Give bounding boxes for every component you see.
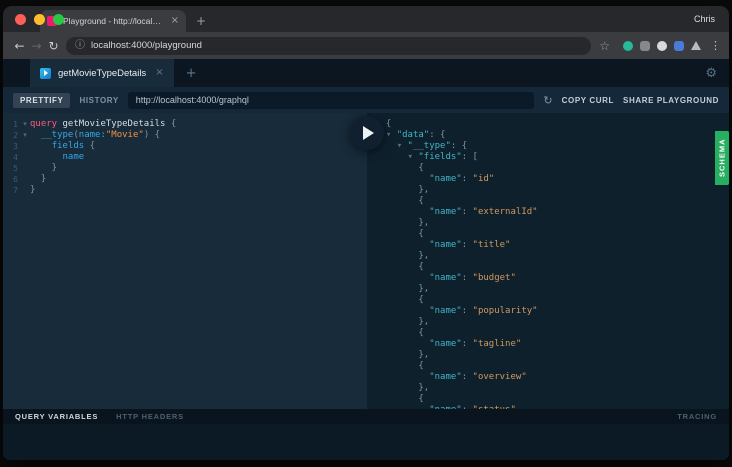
line-number: 6 [13, 175, 18, 184]
fold-gutter [20, 185, 30, 196]
response-pane[interactable]: ▾ { ▾ "data": { ▾ "__type": { ▾ "fields"… [367, 113, 729, 409]
code-line: { [375, 361, 424, 371]
fold-arrow-icon[interactable]: ▾ [20, 130, 30, 141]
query-editor-pane[interactable]: 1 ▾ query getMovieTypeDetails {2 ▾ __type(n… [3, 113, 367, 409]
line-number: 3 [13, 142, 18, 151]
schema-side-tab[interactable]: SCHEMA [715, 131, 729, 185]
code-line: 4 name [3, 152, 367, 163]
playground-bottombar: QUERY VARIABLES HTTP HEADERS TRACING [3, 409, 729, 424]
code-line: { [375, 229, 424, 239]
code-line: "name": "popularity" [429, 306, 538, 316]
playground-toolbar: PRETTIFY HISTORY ↻ COPY CURL SHARE PLAYG… [3, 87, 729, 113]
code-line: }, [375, 251, 430, 261]
code-line: { [375, 163, 424, 173]
code-line: }, [375, 350, 430, 360]
playground-tabbar: getMovieTypeDetails × + ⚙ [3, 59, 729, 87]
line-number: 7 [13, 186, 18, 195]
browser-new-tab-button[interactable]: + [196, 15, 206, 27]
window-controls [15, 14, 64, 25]
fold-arrow-icon[interactable]: ▾ [20, 119, 30, 130]
code-line: }, [375, 284, 430, 294]
playground-tab-close-icon[interactable]: × [155, 68, 163, 78]
copy-curl-button[interactable]: COPY CURL [562, 96, 614, 105]
line-number: 4 [13, 153, 18, 162]
code-line: "name": "status" [375, 405, 729, 409]
tracing-tab[interactable]: TRACING [677, 412, 717, 421]
extension-icon-1[interactable] [623, 40, 633, 51]
code-line: ▾ "__type": { [396, 141, 468, 151]
code-line: ▾ "fields": [ [407, 152, 478, 162]
bookmark-star-icon[interactable]: ☆ [599, 40, 610, 52]
playground-tab-label: getMovieTypeDetails [58, 67, 147, 79]
code-line: }, [375, 317, 430, 327]
code-line: "name": "externalId" [429, 207, 538, 217]
line-number: 1 [13, 120, 18, 129]
code-line: }, [375, 383, 430, 393]
close-window-button[interactable] [15, 14, 26, 25]
browser-tab-title: Playground - http://localhost [63, 16, 165, 26]
execute-button[interactable] [350, 116, 384, 150]
browser-menu-icon[interactable]: ⋮ [710, 40, 721, 51]
code-line: 6 } [3, 174, 367, 185]
code-line: 7 } [3, 185, 367, 196]
fold-gutter [20, 174, 30, 185]
fold-gutter [20, 152, 30, 163]
extension-icon-5[interactable] [691, 41, 701, 50]
code-line: { [375, 196, 424, 206]
playground-logo-icon [40, 67, 51, 79]
code-line: }, [375, 218, 430, 228]
query-variables-tab[interactable]: QUERY VARIABLES [15, 412, 98, 421]
code-line: 2 ▾ __type(name:"Movie") { [3, 130, 367, 141]
line-number: 5 [13, 164, 18, 173]
code-line: ▾ { [375, 119, 392, 129]
code-line: { [375, 295, 424, 305]
url-text: localhost:4000/playground [91, 40, 202, 51]
playground-main: 1 ▾ query getMovieTypeDetails {2 ▾ __type(n… [3, 113, 729, 409]
line-number: 2 [13, 131, 18, 140]
tab-close-icon[interactable]: × [171, 16, 179, 26]
graphql-playground: getMovieTypeDetails × + ⚙ PRETTIFY HISTO… [3, 59, 729, 460]
code-line: { [375, 262, 424, 272]
code-line: { [375, 394, 424, 404]
reload-icon[interactable]: ↻ [45, 40, 62, 52]
code-line: 1 ▾ query getMovieTypeDetails { [3, 119, 367, 130]
site-info-icon[interactable]: ⓘ [75, 40, 85, 51]
share-playground-button[interactable]: SHARE PLAYGROUND [623, 96, 719, 105]
forward-icon[interactable]: → [28, 40, 45, 52]
code-line: 5 } [3, 163, 367, 174]
code-line: { [375, 328, 424, 338]
fold-gutter [20, 141, 30, 152]
endpoint-input[interactable] [127, 91, 535, 109]
extension-icon-4[interactable] [674, 40, 684, 51]
profile-name[interactable]: Chris [694, 14, 729, 24]
fold-gutter [20, 163, 30, 174]
http-headers-tab[interactable]: HTTP HEADERS [116, 412, 184, 421]
play-icon [363, 126, 374, 140]
variables-panel[interactable] [3, 424, 729, 460]
minimize-window-button[interactable] [34, 14, 45, 25]
code-line: "name": "title" [429, 240, 511, 250]
browser-window: Playground - http://localhost × + Chris … [3, 6, 729, 460]
browser-tabstrip: Playground - http://localhost × + Chris [3, 6, 729, 32]
playground-new-tab-button[interactable]: + [174, 59, 209, 87]
history-button[interactable]: HISTORY [79, 96, 118, 105]
back-icon[interactable]: ← [11, 40, 28, 52]
refresh-schema-icon[interactable]: ↻ [543, 95, 552, 106]
code-line: "name": "tagline" [429, 339, 522, 349]
code-line: "name": "overview" [429, 372, 527, 382]
fullscreen-window-button[interactable] [53, 14, 64, 25]
address-bar[interactable]: ⓘ localhost:4000/playground [66, 36, 592, 55]
extension-icon-3[interactable] [657, 40, 667, 51]
browser-toolbar: ← → ↻ ⓘ localhost:4000/playground ☆ ⋮ [3, 32, 729, 59]
prettify-button[interactable]: PRETTIFY [13, 92, 71, 108]
code-line: "name": "budget" [429, 273, 516, 283]
code-line: ▾ "data": { [385, 130, 446, 140]
code-line: 3 fields { [3, 141, 367, 152]
settings-gear-icon[interactable]: ⚙ [705, 59, 729, 87]
playground-tab[interactable]: getMovieTypeDetails × [30, 59, 174, 87]
extension-icon-2[interactable] [640, 40, 650, 51]
code-line: }, [375, 185, 430, 195]
code-line: "name": "id" [429, 174, 495, 184]
